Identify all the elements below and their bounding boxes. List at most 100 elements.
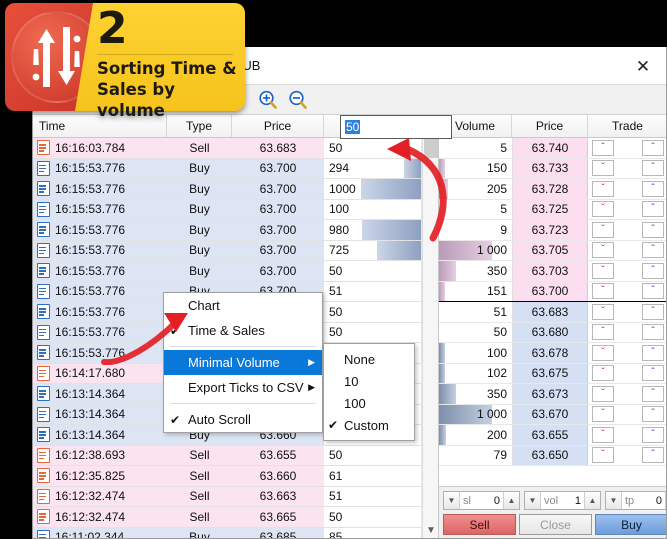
depth-row[interactable]: 50 63.680 ˇ ˆ <box>439 322 666 343</box>
menu-item-minimal-volume[interactable]: Minimal Volume ▶ <box>164 350 322 375</box>
depth-row[interactable]: 9 63.723 ˇ ˆ <box>439 220 666 241</box>
cell-depth-price[interactable]: 63.655 <box>512 425 588 445</box>
vol-edit-input[interactable]: 50 <box>340 115 452 139</box>
cell-depth-price[interactable]: 63.670 <box>512 404 588 424</box>
trade-buy-arrow-icon[interactable]: ˆ <box>642 426 664 443</box>
trade-buy-arrow-icon[interactable]: ˆ <box>642 242 664 259</box>
context-menu[interactable]: Chart ✔ Time & Sales Minimal Volume ▶ Export … <box>163 292 323 433</box>
trade-buy-arrow-icon[interactable]: ˆ <box>642 221 664 238</box>
table-row[interactable]: 16:15:53.776 Buy 63.700 1000 <box>33 179 438 200</box>
table-row[interactable]: 16:15:53.776 Buy 63.700 294 <box>33 158 438 179</box>
trade-sell-arrow-icon[interactable]: ˇ <box>592 180 614 197</box>
table-row[interactable]: 16:16:03.784 Sell 63.683 50 <box>33 138 438 159</box>
cell-depth-price[interactable]: 63.683 <box>512 302 588 322</box>
cell-vol[interactable]: 50 <box>324 322 421 342</box>
spinner-decrement-icon[interactable]: ▼ <box>444 492 459 509</box>
close-icon[interactable]: ✕ <box>626 53 660 79</box>
trade-buy-arrow-icon[interactable]: ˆ <box>642 406 664 423</box>
trade-sell-arrow-icon[interactable]: ˇ <box>592 385 614 402</box>
trade-sell-arrow-icon[interactable]: ˇ <box>592 221 614 238</box>
spinner-field[interactable]: tp 0 <box>621 492 666 509</box>
trade-buy-arrow-icon[interactable]: ˆ <box>642 201 664 218</box>
spinner-decrement-icon[interactable]: ▼ <box>606 492 621 509</box>
spinner-sl[interactable]: ▼ sl 0 ▲ <box>443 491 520 510</box>
cell-vol[interactable]: 100 <box>324 199 421 219</box>
trade-sell-arrow-icon[interactable]: ˇ <box>592 303 614 320</box>
cell-vol[interactable]: 1000 <box>324 179 421 199</box>
cell-depth-price[interactable]: 63.725 <box>512 199 588 219</box>
trade-buy-arrow-icon[interactable]: ˆ <box>642 344 664 361</box>
cell-vol[interactable]: 50 <box>324 138 421 158</box>
cell-depth-price[interactable]: 63.675 <box>512 363 588 383</box>
trade-buy-arrow-icon[interactable]: ˆ <box>642 180 664 197</box>
spinner-field[interactable]: sl 0 <box>459 492 504 509</box>
cell-depth-price[interactable]: 63.733 <box>512 158 588 178</box>
submenu-item-10[interactable]: 10 <box>324 370 414 392</box>
menu-item-time-sales[interactable]: ✔ Time & Sales <box>164 318 322 343</box>
cell-depth-price[interactable]: 63.678 <box>512 343 588 363</box>
trade-buy-arrow-icon[interactable]: ˆ <box>642 283 664 300</box>
table-row[interactable]: 16:15:53.776 Buy 63.700 50 <box>33 261 438 282</box>
trade-sell-arrow-icon[interactable]: ˇ <box>592 160 614 177</box>
trade-buy-arrow-icon[interactable]: ˆ <box>642 365 664 382</box>
cell-vol[interactable]: 50 <box>324 302 421 322</box>
trade-sell-arrow-icon[interactable]: ˇ <box>592 447 614 464</box>
depth-row[interactable]: 1 000 63.705 ˇ ˆ <box>439 240 666 261</box>
spinner-decrement-icon[interactable]: ▼ <box>525 492 540 509</box>
table-row[interactable]: 16:12:32.474 Sell 63.665 50 <box>33 507 438 528</box>
trade-sell-arrow-icon[interactable]: ˇ <box>592 365 614 382</box>
submenu-item-custom[interactable]: ✔ Custom <box>324 414 414 436</box>
depth-row[interactable]: 151 63.700 ˇ ˆ <box>439 281 666 302</box>
cell-depth-price[interactable]: 63.650 <box>512 445 588 465</box>
trade-buy-arrow-icon[interactable]: ˆ <box>642 303 664 320</box>
trade-sell-arrow-icon[interactable]: ˇ <box>592 139 614 156</box>
depth-row[interactable]: 5 63.740 ˇ ˆ <box>439 138 666 159</box>
trade-sell-arrow-icon[interactable]: ˇ <box>592 262 614 279</box>
cell-depth-price[interactable]: 63.723 <box>512 220 588 240</box>
table-row[interactable]: 16:15:53.776 Buy 63.700 725 <box>33 240 438 261</box>
depth-row[interactable]: 102 63.675 ˇ ˆ <box>439 363 666 384</box>
table-row[interactable]: 16:15:53.776 Buy 63.700 980 <box>33 220 438 241</box>
column-header-trade[interactable]: Trade <box>588 115 666 137</box>
cell-depth-price[interactable]: 63.728 <box>512 179 588 199</box>
trade-sell-arrow-icon[interactable]: ˇ <box>592 201 614 218</box>
trade-sell-arrow-icon[interactable]: ˇ <box>592 344 614 361</box>
trade-buy-arrow-icon[interactable]: ˆ <box>642 447 664 464</box>
zoom-out-icon[interactable] <box>287 89 309 111</box>
minimal-volume-submenu[interactable]: None 10 100 ✔ Custom <box>323 343 415 441</box>
menu-item-chart[interactable]: Chart <box>164 293 322 318</box>
table-row[interactable]: 16:12:35.825 Sell 63.660 61 <box>33 466 438 487</box>
table-row[interactable]: 16:12:38.693 Sell 63.655 50 <box>33 445 438 466</box>
column-header-price[interactable]: Price <box>232 115 324 137</box>
menu-item-export-ticks-to-csv[interactable]: Export Ticks to CSV ▶ <box>164 375 322 400</box>
cell-vol[interactable]: 50 <box>324 261 421 281</box>
cell-vol[interactable]: 725 <box>324 240 421 260</box>
spinner-vol[interactable]: ▼ vol 1 ▲ <box>524 491 601 510</box>
trade-buy-arrow-icon[interactable]: ˆ <box>642 385 664 402</box>
cell-depth-price[interactable]: 63.705 <box>512 240 588 260</box>
spinner-field[interactable]: vol 1 <box>540 492 585 509</box>
cell-vol[interactable]: 50 <box>324 445 421 465</box>
column-header-depth-price[interactable]: Price <box>512 115 588 137</box>
depth-row[interactable]: 79 63.650 ˇ ˆ <box>439 445 666 466</box>
spinner-tp[interactable]: ▼tp0▲ <box>605 491 666 510</box>
buy-button[interactable]: Buy <box>595 514 666 535</box>
close-button[interactable]: Close <box>519 514 592 535</box>
table-row[interactable]: 16:11:02.344 Buy 63.685 85 <box>33 527 438 538</box>
trade-sell-arrow-icon[interactable]: ˇ <box>592 242 614 259</box>
spinner-increment-icon[interactable]: ▲ <box>585 492 600 509</box>
trade-buy-arrow-icon[interactable]: ˆ <box>642 139 664 156</box>
cell-depth-price[interactable]: 63.703 <box>512 261 588 281</box>
table-row[interactable]: 16:15:53.776 Buy 63.700 100 <box>33 199 438 220</box>
cell-vol[interactable]: 85 <box>324 527 421 538</box>
trade-buy-arrow-icon[interactable]: ˆ <box>642 324 664 341</box>
depth-row[interactable]: 1 000 63.670 ˇ ˆ <box>439 404 666 425</box>
zoom-in-icon[interactable] <box>257 89 279 111</box>
depth-row[interactable]: 100 63.678 ˇ ˆ <box>439 343 666 364</box>
depth-row[interactable]: 200 63.655 ˇ ˆ <box>439 425 666 446</box>
trade-sell-arrow-icon[interactable]: ˇ <box>592 324 614 341</box>
spinner-increment-icon[interactable]: ▲ <box>504 492 519 509</box>
cell-depth-price[interactable]: 63.740 <box>512 138 588 158</box>
cell-depth-price[interactable]: 63.700 <box>512 281 588 301</box>
table-row[interactable]: 16:12:32.474 Sell 63.663 51 <box>33 486 438 507</box>
